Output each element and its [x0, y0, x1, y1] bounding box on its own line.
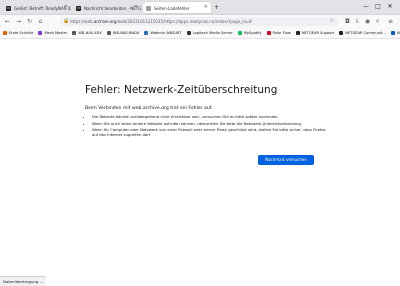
url-domain: archive.org: [93, 19, 117, 24]
back-button[interactable]: ←: [3, 17, 12, 26]
new-tab-button[interactable]: +: [213, 2, 221, 13]
url-bar[interactable]: 🔒 https://web.archive.org/web/20231011215…: [60, 17, 338, 26]
tab-load-error[interactable]: Seiten-Ladefehler ✕: [143, 2, 211, 13]
bookmark-label: Logitech Media Server: [192, 31, 233, 35]
error-intro: Beim Verbinden mit web.archive.org trat …: [85, 106, 213, 111]
close-icon[interactable]: ✕: [64, 2, 68, 13]
bookmark-favicon-icon: [38, 31, 43, 35]
bookmarks-toolbar: Erste Schritte Mesh Master WB-NAS-4DX WB-NA…: [0, 28, 400, 39]
bookmark-favicon-icon: [295, 31, 300, 35]
bookmark-item[interactable]: Mesh Master: [38, 28, 67, 38]
maximize-button[interactable]: □: [372, 0, 384, 14]
bookmark-label: MySpotify: [243, 31, 262, 35]
reload-button[interactable]: ↻: [25, 17, 34, 26]
navigation-bar: ← → ↻ ⌂ 🔒 https://web.archive.org/web/202…: [0, 15, 400, 28]
bookmark-favicon-icon: [144, 31, 149, 35]
minimize-button[interactable]: —: [360, 0, 372, 14]
close-icon[interactable]: ✕: [204, 2, 208, 13]
close-icon[interactable]: ✕: [134, 2, 138, 13]
extensions-icon[interactable]: ✧: [373, 17, 382, 26]
bookmark-favicon-icon: [339, 31, 344, 35]
bookmark-item[interactable]: Ubiquiti Forum: [390, 28, 400, 38]
tab-label: Nachricht bearbeiten - NETG...: [84, 5, 141, 11]
tab-edit-message[interactable]: N Nachricht bearbeiten - NETG... ✕: [73, 2, 141, 13]
tab-bar: NGelöst: Betreff: ReadyNAS 424 ... ✕ NNa…: [0, 0, 400, 15]
window-controls: — □ ✕: [360, 0, 396, 14]
tab-label: Gelöst: Betreff: ReadyNAS 424 ...: [14, 5, 71, 11]
pocket-icon[interactable]: ◘: [343, 17, 352, 26]
page-icon: [146, 5, 151, 11]
bookmark-item[interactable]: WB-NAS-RNDX: [106, 28, 140, 38]
page-content: [0, 39, 400, 275]
bookmark-label: NETGEAR Communit...: [345, 31, 386, 35]
bookmark-label: Polar Flow: [272, 31, 291, 35]
netgear-icon: N: [6, 5, 11, 11]
forward-button[interactable]: →: [14, 17, 23, 26]
bookmark-item[interactable]: NETGEAR Support: [295, 28, 335, 38]
bookmark-label: WB-NAS-RNDX: [112, 31, 140, 35]
bookmark-favicon-icon: [72, 31, 77, 35]
bookmark-label: Erste Schritte: [9, 31, 34, 35]
bookmark-favicon-icon: [390, 31, 395, 35]
tab-readynas-solved[interactable]: NGelöst: Betreff: ReadyNAS 424 ... ✕: [3, 2, 71, 13]
bookmark-item[interactable]: Logitech Media Server: [186, 28, 233, 38]
menu-icon[interactable]: ≡: [386, 17, 395, 26]
url-prefix: https://web.: [70, 19, 94, 24]
home-button[interactable]: ⌂: [36, 17, 45, 26]
tab-label: Seiten-Ladefehler: [154, 5, 190, 11]
bookmark-label: Mesh Master: [44, 31, 68, 35]
bookmark-favicon-icon: [186, 31, 191, 35]
error-title: Fehler: Netzwerk-Zeitüberschreitung: [85, 84, 278, 96]
bookmark-label: WB-NAS-4DX: [78, 31, 102, 35]
bookmark-item[interactable]: MySpotify: [237, 28, 262, 38]
account-icon[interactable]: ◉: [363, 17, 372, 26]
lock-icon[interactable]: 🔒: [63, 17, 69, 26]
retry-button[interactable]: Nochmals versuchen: [258, 155, 314, 165]
bookmark-item[interactable]: Webmin WBSUBT: [144, 28, 182, 38]
bookmark-item[interactable]: NETGEAR Communit...: [339, 28, 386, 38]
bookmark-item[interactable]: Erste Schritte: [3, 28, 33, 38]
bookmark-favicon-icon: [266, 31, 271, 35]
bookmark-label: Webmin WBSUBT: [150, 31, 182, 35]
bookmark-favicon-icon: [237, 31, 242, 35]
list-item: Wenn Ihr Computer oder Netzwerk von eine…: [92, 127, 332, 137]
url-path: /web/20231011215035/https://apps.readyna…: [116, 19, 252, 24]
bookmark-item[interactable]: WB-NAS-4DX: [72, 28, 102, 38]
bookmark-label: NETGEAR Support: [301, 31, 335, 35]
netgear-icon: N: [76, 5, 81, 11]
bookmark-star-icon[interactable]: ☆: [330, 17, 334, 26]
downloads-icon[interactable]: ⇩: [353, 17, 362, 26]
bookmark-favicon-icon: [3, 31, 7, 35]
bookmark-item[interactable]: Polar Flow: [266, 28, 291, 38]
bookmark-favicon-icon: [106, 31, 111, 35]
error-suggestions: Die Website könnte vorübergehend nicht e…: [85, 114, 332, 139]
list-item: Wenn Sie auch keine andere Website aufru…: [92, 121, 332, 126]
close-window-button[interactable]: ✕: [384, 0, 396, 14]
list-item: Die Website könnte vorübergehend nicht e…: [92, 114, 332, 119]
